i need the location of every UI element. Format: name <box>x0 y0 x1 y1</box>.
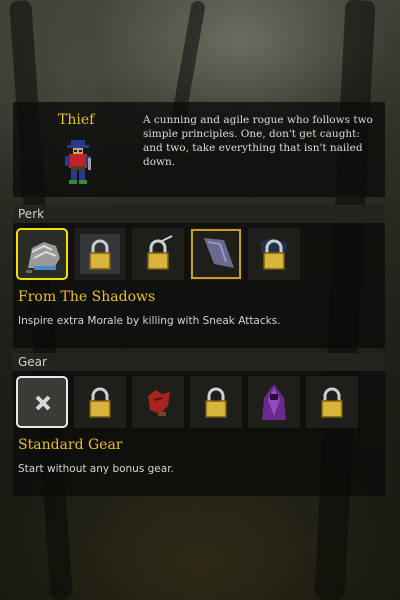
gear-section-label: Gear <box>13 353 385 371</box>
gear-slot-1[interactable] <box>16 376 68 428</box>
lock-icon <box>80 234 120 274</box>
perk-section-label: Perk <box>13 205 385 223</box>
perk-slot-4[interactable] <box>190 228 242 280</box>
class-info-panel: Thief A cunning and agile rogue who foll… <box>13 102 385 197</box>
perk-slot-2[interactable] <box>74 228 126 280</box>
close-x-icon <box>35 395 51 411</box>
perk-panel: Perk From The Shadows Inspire extra Mora… <box>13 205 385 348</box>
cloak-icon <box>191 229 241 279</box>
red-bag-icon <box>148 390 170 416</box>
perk-slot-3[interactable] <box>132 228 184 280</box>
selected-perk-description: Inspire extra Morale by killing with Sne… <box>18 315 281 327</box>
selected-gear-description: Start without any bonus gear. <box>18 463 174 475</box>
gear-slot-3[interactable] <box>132 376 184 428</box>
lock-icon <box>321 387 343 418</box>
selected-perk-title: From The Shadows <box>18 289 156 305</box>
gear-slot-5[interactable] <box>248 376 300 428</box>
gear-slot-4[interactable] <box>190 376 242 428</box>
selected-gear-title: Standard Gear <box>18 437 123 453</box>
lock-icon <box>260 238 288 270</box>
shadow-boot-icon <box>26 242 60 273</box>
class-name: Thief <box>58 112 95 128</box>
perk-slot-1[interactable] <box>16 228 68 280</box>
lock-icon <box>142 235 173 270</box>
thief-character-icon <box>61 138 95 188</box>
gear-panel: Gear Standard Gear Start without any bon… <box>13 353 385 496</box>
gear-slot-6[interactable] <box>306 376 358 428</box>
lock-icon <box>89 387 111 418</box>
perk-slot-5[interactable] <box>248 228 300 280</box>
class-description: A cunning and agile rogue who follows tw… <box>143 114 373 168</box>
purple-cloak-icon <box>262 384 286 420</box>
gear-slot-2[interactable] <box>74 376 126 428</box>
lock-icon <box>205 387 227 418</box>
